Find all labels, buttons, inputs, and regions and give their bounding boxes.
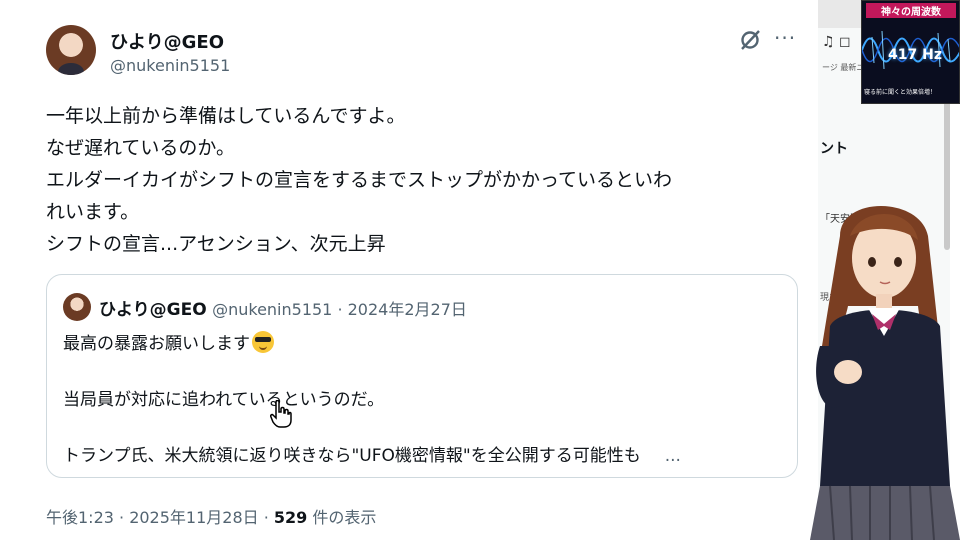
video-overlay: 神々の周波数 417 Hz 寝る前に聞くと効果倍増！: [861, 0, 960, 104]
quoted-line: 最高の暴露お願いします: [63, 329, 783, 359]
tweet-text: 一年以上前から準備はしているんですよ。 なぜ遅れているのか。 エルダーイカイがシ…: [46, 100, 806, 260]
display-name[interactable]: ひより@GEO: [110, 28, 224, 54]
hand-cursor-icon: [270, 400, 292, 428]
quoted-ellipsis: ...: [664, 446, 681, 466]
quoted-line-1: 最高の暴露お願いします: [63, 334, 250, 354]
tweet-text-line: エルダーイカイがシフトの宣言をするまでストップがかかっているといわ: [46, 169, 673, 191]
views-label: 件の表示: [307, 508, 377, 527]
user-handle[interactable]: @nukenin5151: [110, 56, 230, 75]
sidebar-small-text: ージ 最新ニ: [822, 63, 865, 72]
tweet-card: ひより@GEO @nukenin5151 ··· 一年以上前から準備はしているん…: [0, 0, 818, 540]
quoted-display-name[interactable]: ひより@GEO: [99, 300, 207, 320]
sidebar-icons[interactable]: ♫ ◻: [822, 34, 851, 50]
quoted-line-2: 当局員が対応に追われているというのだ。: [63, 390, 385, 410]
avatar[interactable]: [46, 25, 96, 75]
quoted-tweet[interactable]: ひより@GEO @nukenin5151 · 2024年2月27日 最高の暴露お…: [46, 274, 798, 478]
tweet-text-line: 一年以上前から準備はしているんですよ。: [46, 105, 406, 127]
more-options-icon[interactable]: ···: [774, 26, 796, 50]
sunglasses-emoji-icon: [252, 331, 274, 353]
tweet-text-line: れいます。: [46, 201, 140, 223]
timestamp[interactable]: 午後1:23 · 2025年11月28日 ·: [46, 508, 274, 527]
tweet-footer: 午後1:23 · 2025年11月28日 · 529 件の表示: [46, 504, 376, 528]
anime-character-avatar: [810, 206, 960, 540]
video-caption: 寝る前に聞くと効果倍増！: [864, 89, 937, 96]
quoted-header: ひより@GEO @nukenin5151 · 2024年2月27日: [99, 295, 467, 320]
quoted-meta: @nukenin5151 · 2024年2月27日: [212, 300, 467, 319]
views-count: 529: [273, 508, 308, 527]
video-title: 神々の周波数: [866, 3, 956, 18]
tweet-text-line: なぜ遅れているのか。: [46, 137, 236, 159]
tweet-text-line: シフトの宣言...アセンション、次元上昇: [46, 233, 386, 255]
frequency-label: 417 Hz: [888, 47, 942, 63]
sidebar-heading: ント: [820, 141, 848, 157]
sidebar-top-bar: [818, 0, 862, 28]
quoted-text: 最高の暴露お願いします 当局員が対応に追われているというのだ。 トランプ氏、米大…: [63, 329, 783, 471]
quoted-line-3: トランプ氏、米大統領に返り咲きなら"UFO機密情報"を全公開する可能性も: [63, 446, 641, 466]
quoted-avatar[interactable]: [63, 293, 91, 321]
quoted-line: トランプ氏、米大統領に返り咲きなら"UFO機密情報"を全公開する可能性も...: [63, 441, 783, 471]
grok-icon[interactable]: [738, 28, 762, 52]
